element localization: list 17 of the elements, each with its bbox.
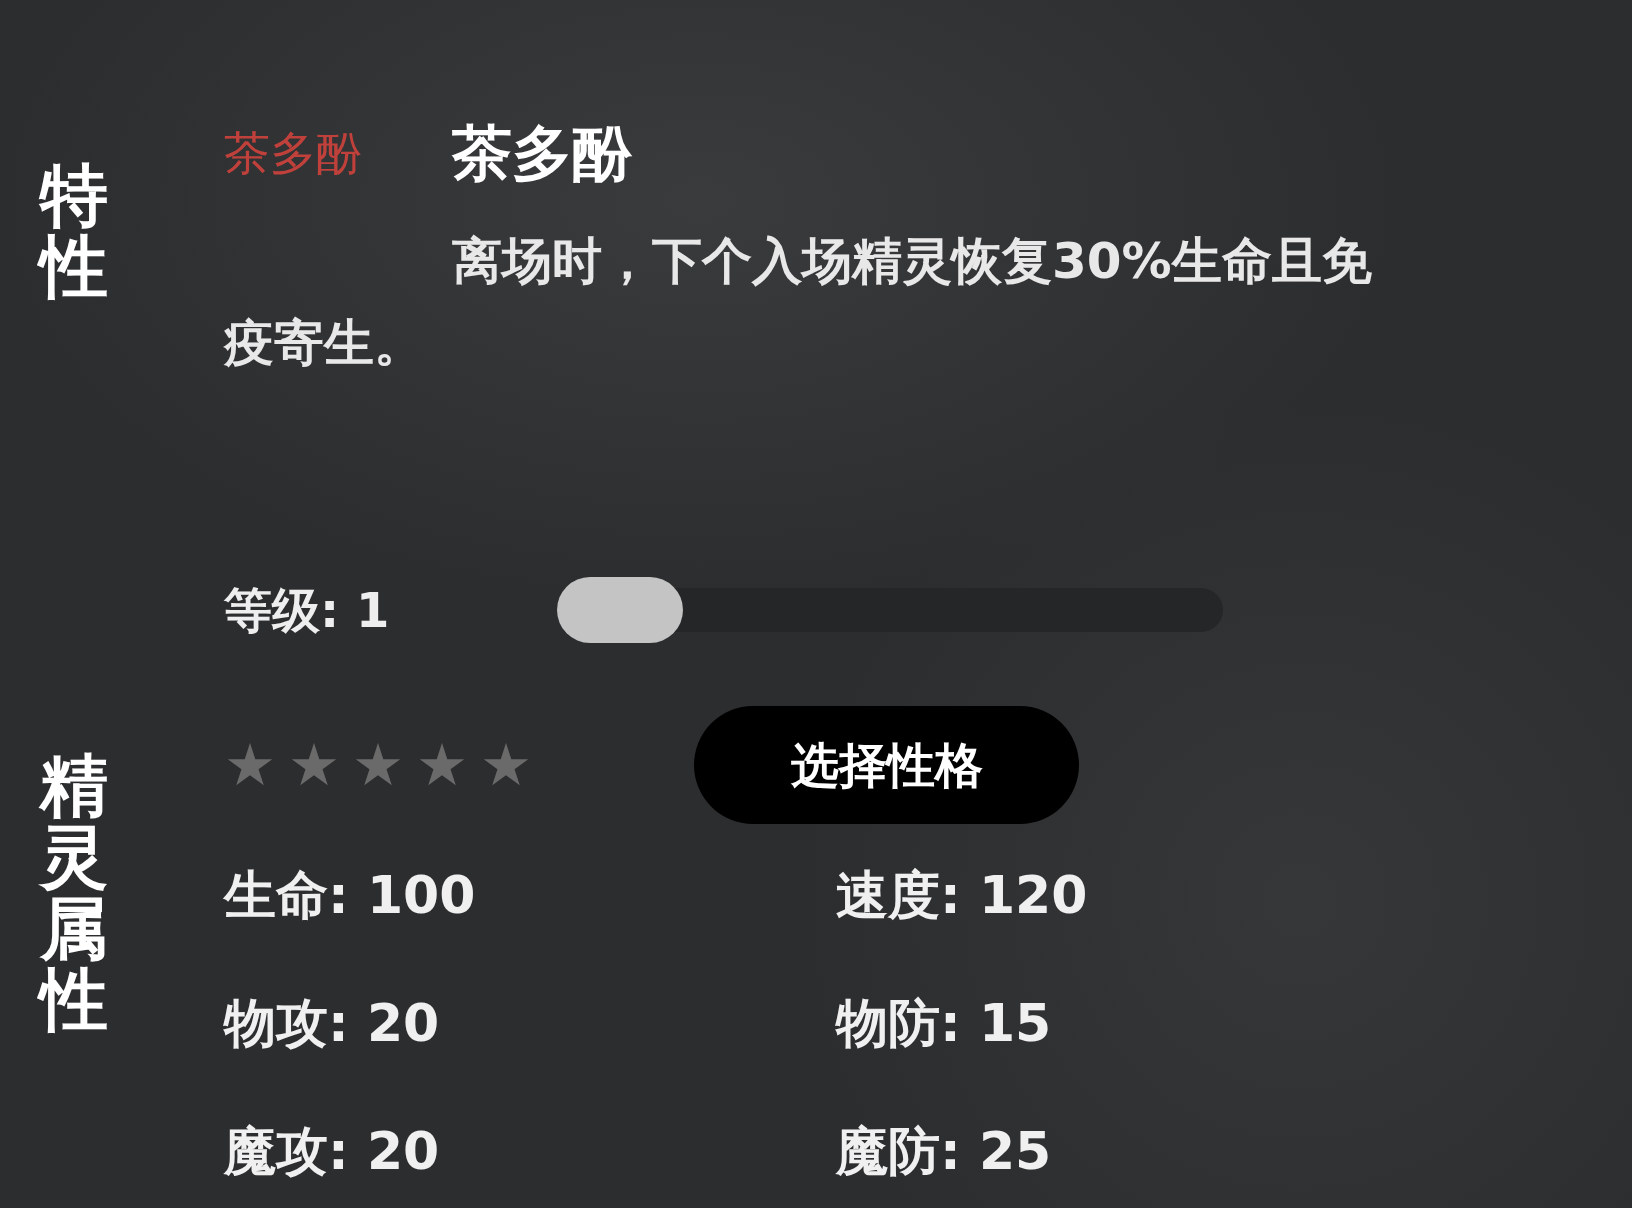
trait-tag: 茶多酚 (224, 118, 452, 188)
level-label: 等级: 1 (224, 581, 391, 640)
star-icon: ★ (352, 736, 404, 794)
star-icon: ★ (288, 736, 340, 794)
star-icon: ★ (480, 736, 532, 794)
trait-description: 离场时，下个入场精灵恢复30%生命且免疫寄生。 (224, 231, 1373, 374)
stat-value: 生命: 100 (224, 864, 477, 927)
stat-value: 魔防: 25 (836, 1120, 1053, 1183)
choose-nature-button[interactable]: 选择性格 (694, 706, 1079, 824)
trait-name: 茶多酚 (452, 117, 632, 190)
stat-value: 物防: 15 (836, 992, 1053, 1055)
stat-value: 速度: 120 (836, 864, 1089, 927)
stat-value: 物攻: 20 (224, 992, 441, 1055)
level-slider[interactable] (557, 577, 1223, 643)
stat-value: 魔攻: 20 (224, 1120, 441, 1183)
star-icon: ★ (224, 736, 276, 794)
star-icon: ★ (416, 736, 468, 794)
